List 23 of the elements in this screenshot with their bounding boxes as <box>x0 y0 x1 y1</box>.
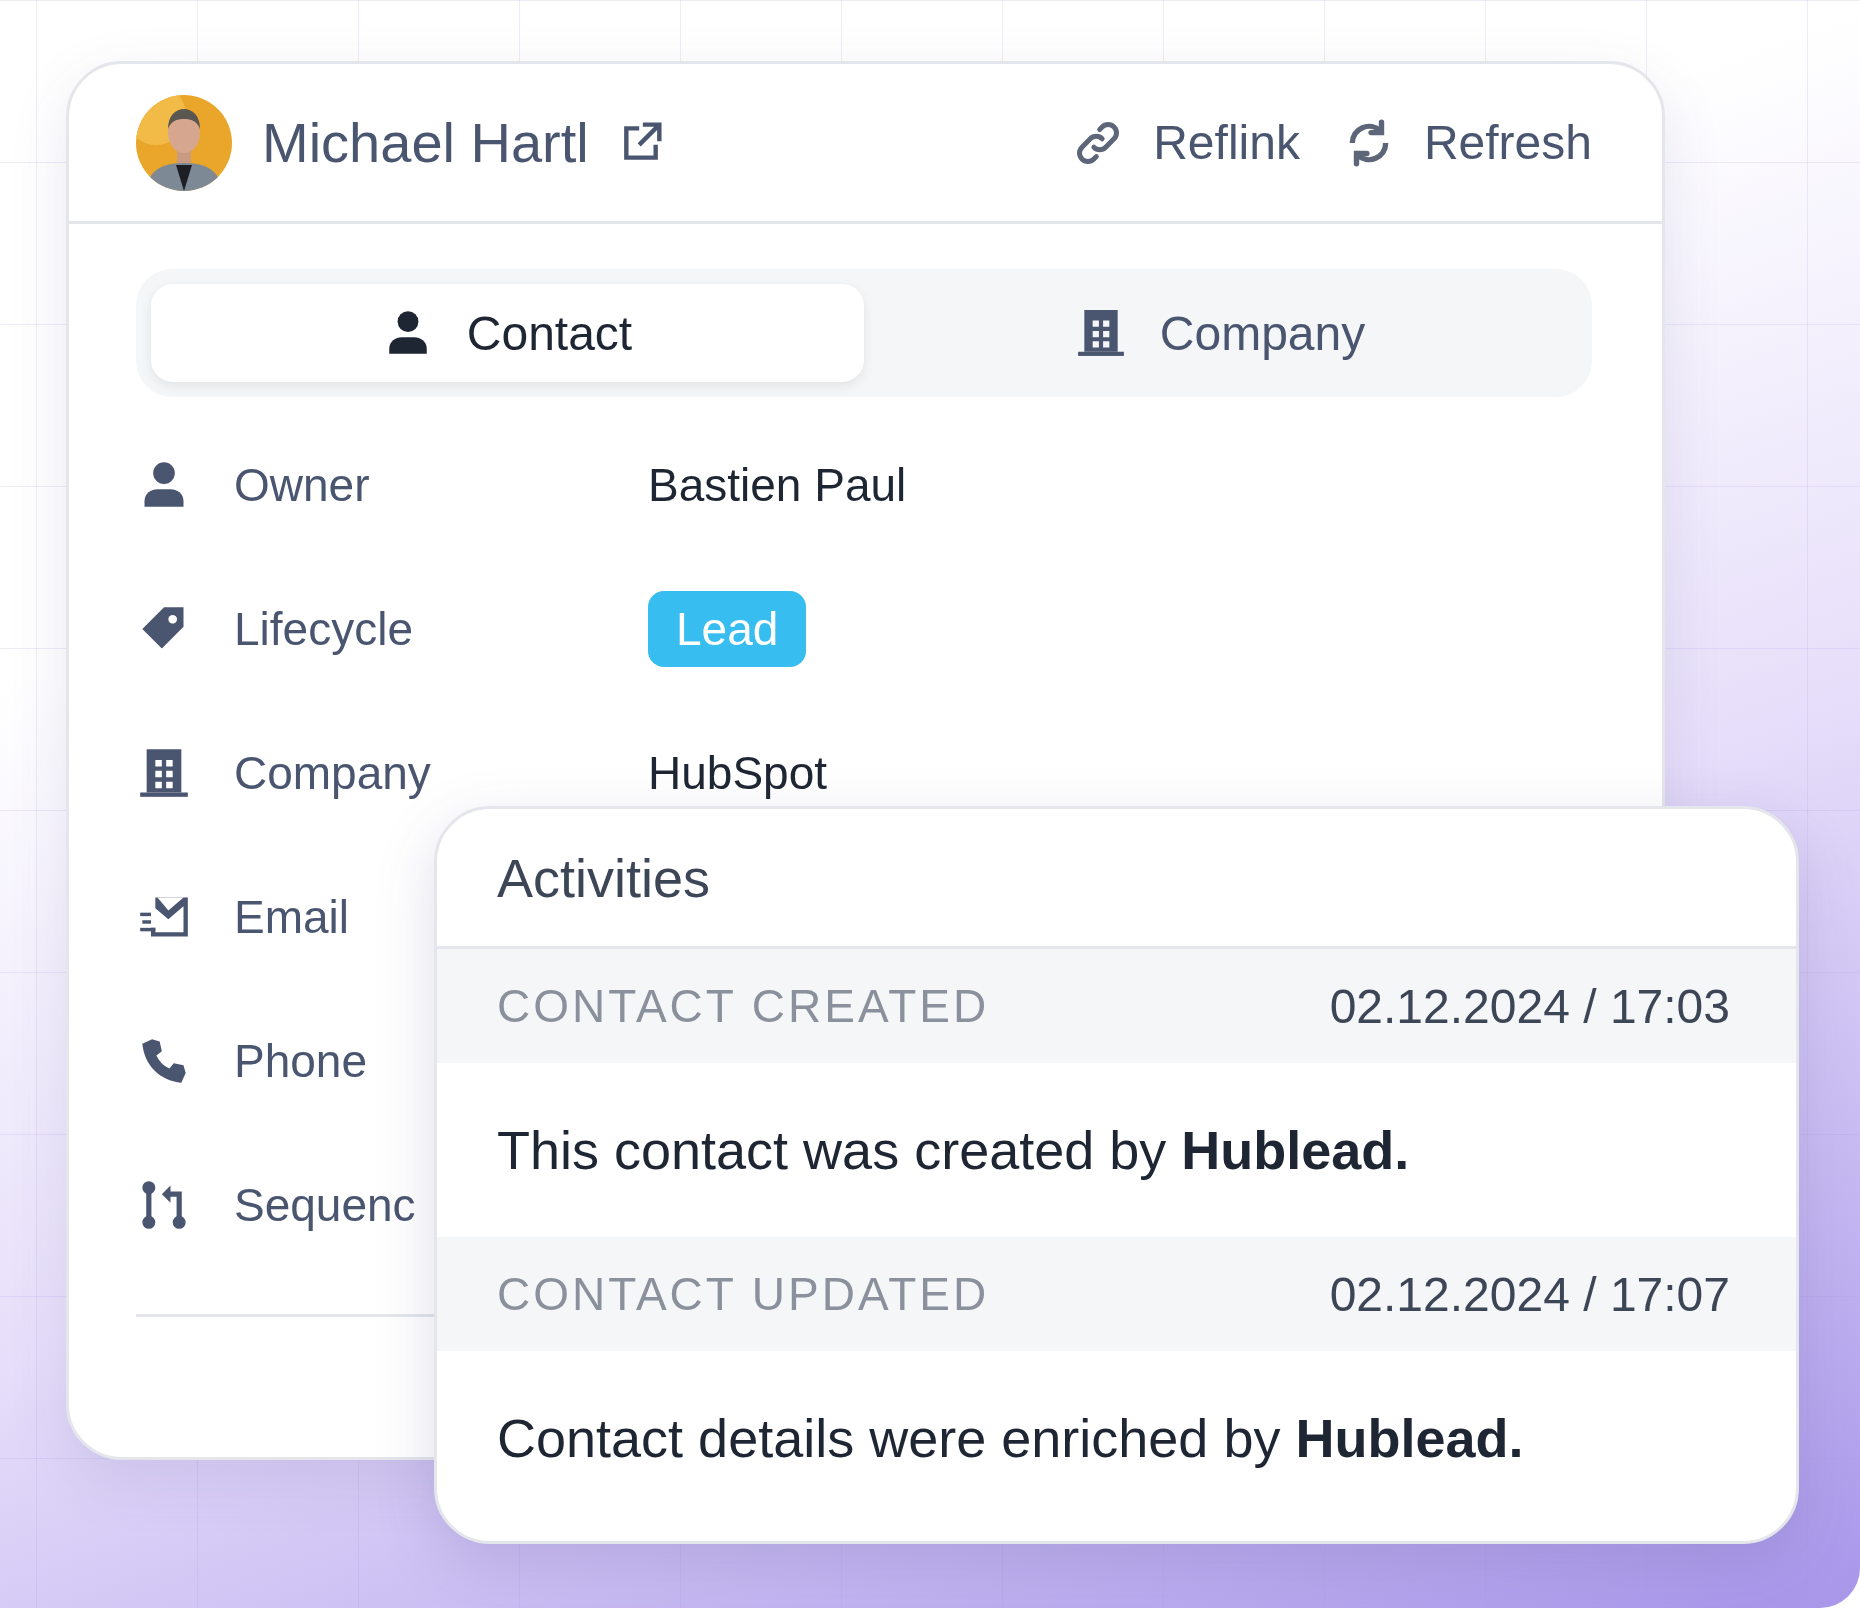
activity-type: CONTACT UPDATED <box>497 1267 990 1321</box>
field-value: HubSpot <box>648 746 827 800</box>
tab[interactable]: Contact <box>151 284 864 382</box>
activity-time: 02.12.2024 / 17:03 <box>1329 978 1730 1034</box>
activity-text: This contact was created by Hublead. <box>497 1119 1410 1181</box>
tab[interactable]: Company <box>864 284 1577 382</box>
refresh-button[interactable]: Refresh <box>1343 115 1592 170</box>
activity-time: 02.12.2024 / 17:07 <box>1329 1266 1730 1322</box>
reflink-button[interactable]: Reflink <box>1073 115 1300 170</box>
field-label: Phone <box>234 1034 368 1088</box>
activity-type: CONTACT CREATED <box>497 979 990 1033</box>
activity-text: Contact details were enriched by Hublead. <box>497 1407 1524 1469</box>
field-label: Company <box>234 746 432 800</box>
building-icon <box>138 747 190 799</box>
field-label: Email <box>234 890 351 944</box>
activities-title: Activities <box>497 846 711 909</box>
building-icon <box>1075 308 1126 358</box>
lifecycle-badge: Lead <box>648 591 807 667</box>
field-label: Sequenc <box>234 1178 417 1232</box>
contact-name: Michael Hartl <box>262 110 589 175</box>
field-value: Bastien Paul <box>648 458 907 512</box>
field-label: Owner <box>234 458 371 512</box>
field-label: Lifecycle <box>234 602 414 656</box>
